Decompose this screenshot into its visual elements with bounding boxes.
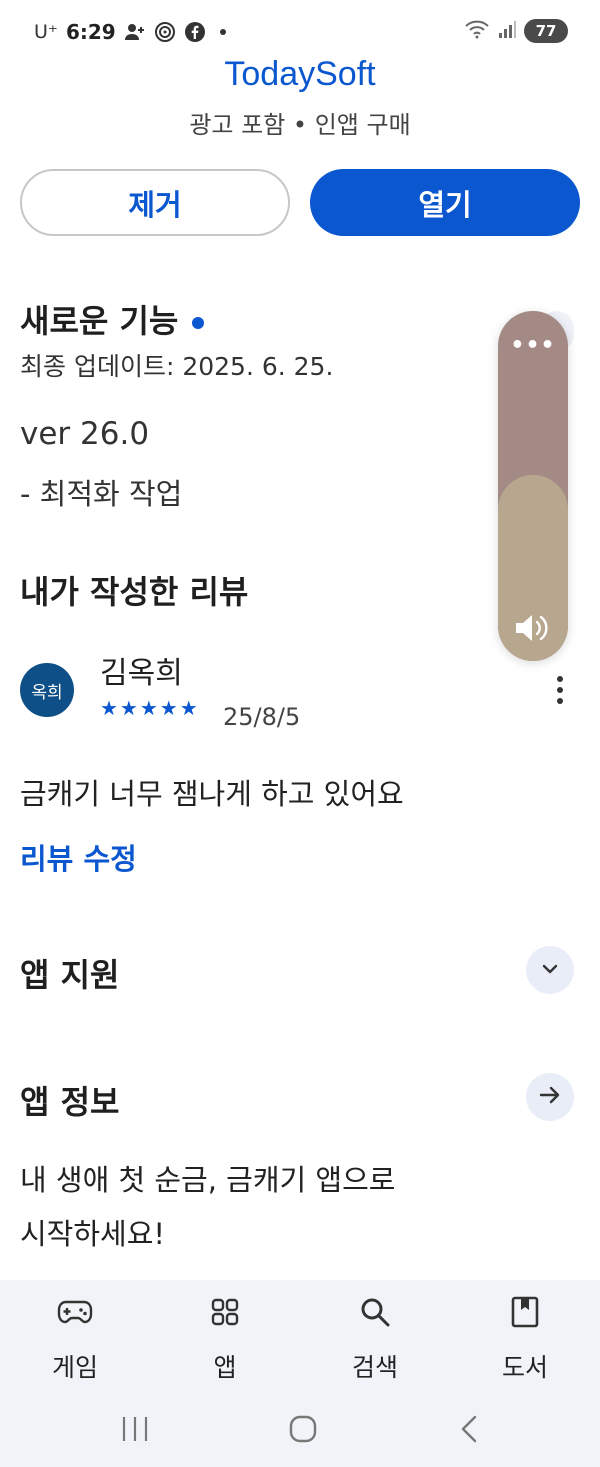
carrier-label: U⁺ (34, 21, 58, 43)
expand-support-button[interactable] (526, 946, 574, 994)
last-updated: 최종 업데이트: 2025. 6. 25. (20, 352, 334, 381)
nav-label-apps: 앱 (213, 1353, 237, 1382)
edit-review-link[interactable]: 리뷰 수정 (20, 836, 137, 878)
more-options-icon[interactable] (548, 672, 572, 708)
star-rating: ★★★★★ (100, 696, 200, 720)
app-support-heading[interactable]: 앱 지원 (20, 950, 119, 996)
nav-item-apps[interactable]: 앱 (150, 1280, 300, 1400)
status-bar: U⁺ 6:29 77 (0, 0, 600, 62)
open-button[interactable]: 열기 (310, 169, 580, 236)
app-description-line-2: 시작하세요! (20, 1217, 166, 1251)
nav-label-books: 도서 (501, 1353, 548, 1382)
speaker-icon[interactable] (513, 611, 553, 645)
release-note: - 최적화 작업 (20, 477, 183, 511)
app-meta: 광고 포함 • 인앱 구매 (189, 111, 411, 139)
new-indicator-dot (192, 317, 205, 329)
person-add-icon (124, 21, 146, 43)
home-button[interactable] (273, 1414, 333, 1444)
remove-button[interactable]: 제거 (20, 169, 290, 236)
system-navigation-bar (0, 1400, 600, 1467)
status-bar-left: U⁺ 6:29 (34, 20, 226, 44)
recent-apps-button[interactable] (105, 1414, 165, 1444)
wifi-icon (464, 19, 490, 43)
apps-grid-icon (207, 1294, 243, 1330)
nav-label-games: 게임 (51, 1353, 98, 1382)
volume-slider[interactable]: ••• (498, 311, 568, 661)
nav-item-search[interactable]: 검색 (300, 1280, 450, 1400)
nav-item-games[interactable]: 게임 (0, 1280, 150, 1400)
search-icon (357, 1294, 393, 1330)
review-text: 금캐기 너무 잼나게 하고 있어요 (20, 777, 404, 811)
nfc-icon (154, 21, 176, 43)
status-bar-right: 77 (464, 19, 568, 43)
review-date: 25/8/5 (223, 703, 301, 731)
avatar: 옥희 (20, 663, 74, 717)
bottom-navigation: 게임 앱 검색 도서 (0, 1280, 600, 1400)
app-description: 내 생애 첫 순금, 금캐기 앱으로 시작하세요! (20, 1153, 395, 1261)
back-button[interactable] (440, 1414, 500, 1444)
whats-new-heading[interactable]: 새로운 기능 (20, 296, 205, 342)
notification-dot (219, 29, 226, 35)
my-review-heading: 내가 작성한 리뷰 (20, 573, 249, 611)
nav-item-books[interactable]: 도서 (450, 1280, 600, 1400)
version-text: ver 26.0 (20, 416, 150, 452)
battery-icon: 77 (524, 19, 568, 43)
app-description-line-1: 내 생애 첫 순금, 금캐기 앱으로 (20, 1163, 396, 1197)
app-info-heading[interactable]: 앱 정보 (20, 1077, 119, 1123)
signal-icon (498, 19, 516, 43)
volume-menu-button[interactable]: ••• (498, 333, 568, 358)
book-icon (507, 1294, 543, 1330)
app-title[interactable]: TodaySoft (0, 55, 600, 94)
arrow-right-icon (539, 1085, 561, 1109)
chevron-down-icon (540, 961, 560, 980)
facebook-icon (184, 21, 206, 43)
reviewer-name: 김옥희 (100, 656, 183, 691)
gamepad-icon (57, 1294, 93, 1330)
whats-new-title: 새로운 기능 (20, 302, 179, 340)
app-info-arrow-button[interactable] (526, 1073, 574, 1121)
nav-label-search: 검색 (351, 1353, 398, 1382)
clock: 6:29 (65, 20, 116, 44)
